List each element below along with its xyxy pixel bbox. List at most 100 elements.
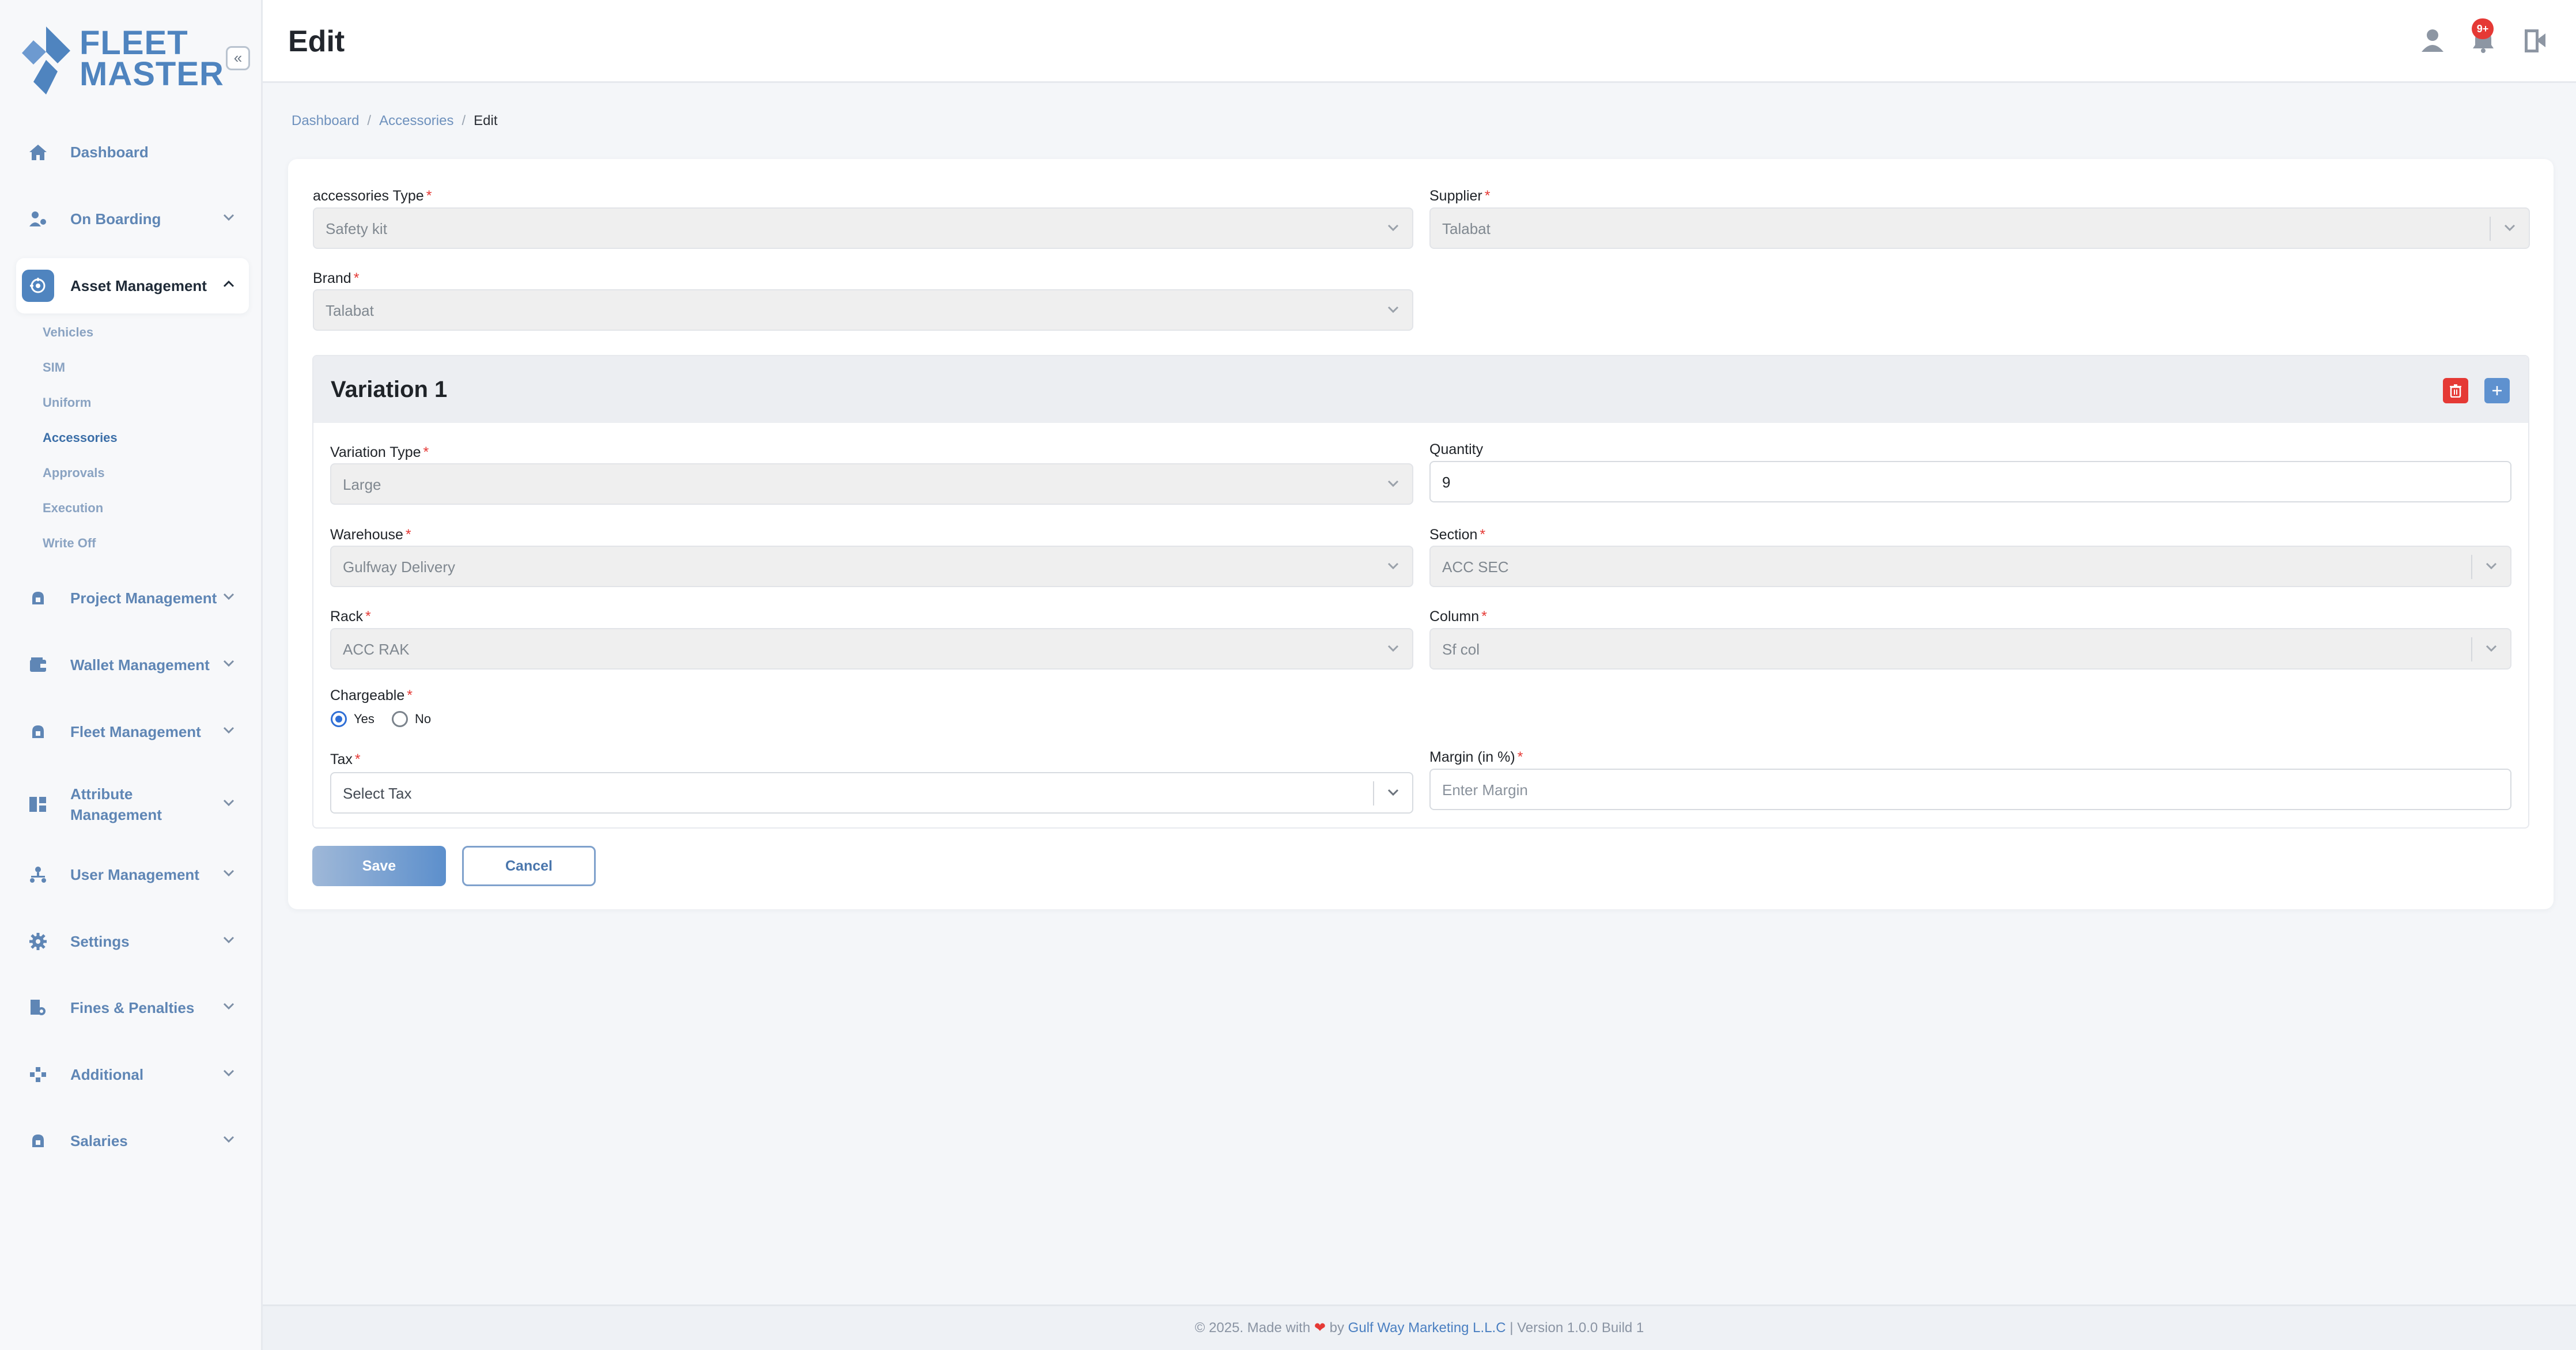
chargeable-yes-radio[interactable]: Yes (331, 711, 375, 727)
fines-icon (22, 992, 54, 1024)
sidebar-item-settings[interactable]: Settings (16, 914, 249, 969)
warehouse-label: Warehouse * (330, 527, 411, 543)
footer-prefix: © 2025. Made with (1194, 1320, 1311, 1336)
users-icon (22, 859, 54, 891)
warehouse-select[interactable]: Gulfway Delivery (330, 546, 1413, 587)
chevron-down-icon (2503, 224, 2516, 235)
chevron-down-icon (222, 799, 235, 810)
collapse-sidebar-button[interactable]: « (226, 46, 250, 70)
sidebar-item-asset-management[interactable]: Asset Management (16, 258, 249, 313)
add-variation-button[interactable] (2484, 378, 2510, 403)
chevron-down-icon (222, 936, 235, 947)
sidebar-item-on-boarding[interactable]: On Boarding (16, 191, 249, 247)
sidebar-item-label: Settings (70, 933, 130, 950)
save-button[interactable]: Save (312, 846, 446, 886)
tax-select[interactable]: Select Tax (330, 772, 1413, 814)
onboarding-icon (22, 203, 54, 235)
chevron-down-icon (222, 213, 235, 224)
breadcrumb-accessories[interactable]: Accessories (379, 113, 453, 129)
accessories-type-value: Safety kit (326, 220, 387, 237)
column-select[interactable]: Sf col (1429, 628, 2511, 670)
logo-line-2: MASTER (80, 55, 224, 93)
quantity-label: Quantity (1429, 441, 1484, 457)
select-divider (2471, 555, 2472, 579)
tax-placeholder: Select Tax (343, 785, 412, 802)
sidebar-subitem-approvals[interactable]: Approvals (43, 466, 105, 481)
sidebar-item-label: Asset Management (70, 277, 207, 294)
app-logo[interactable]: FLEET MASTER (22, 24, 224, 97)
sidebar-item-attribute-management[interactable]: Attribute Management (16, 776, 249, 833)
app-root: FLEET MASTER « Dashboard On Boarding Ass… (0, 0, 2576, 1350)
sidebar-subitem-execution[interactable]: Execution (43, 501, 103, 516)
section-select[interactable]: ACC SEC (1429, 546, 2511, 587)
chevron-down-icon (1387, 788, 1399, 799)
plus-icon (2492, 386, 2502, 395)
sidebar-item-user-management[interactable]: User Management (16, 847, 249, 902)
sidebar-item-dashboard[interactable]: Dashboard (16, 124, 249, 180)
wallet-icon (22, 649, 54, 681)
chevron-down-icon (222, 1069, 235, 1080)
sidebar-item-additional[interactable]: Additional (16, 1047, 249, 1102)
rack-label: Rack * (330, 608, 371, 625)
project-icon (22, 582, 54, 614)
sidebar-subitem-write-off[interactable]: Write Off (43, 536, 96, 551)
sidebar-subitem-sim[interactable]: SIM (43, 360, 65, 375)
sidebar-item-label: Attribute Management (70, 785, 162, 823)
chevron-down-icon (1387, 305, 1399, 316)
gear-icon (22, 925, 54, 958)
breadcrumb-dashboard[interactable]: Dashboard (292, 113, 359, 129)
breadcrumb: Dashboard / Accessories / Edit (292, 113, 498, 129)
chevron-down-icon (222, 1002, 235, 1013)
sidebar-subitem-vehicles[interactable]: Vehicles (43, 325, 93, 340)
sidebar-item-salaries[interactable]: Salaries (16, 1113, 249, 1169)
sidebar-item-label: User Management (70, 866, 199, 883)
brand-select[interactable]: Talabat (313, 289, 1413, 331)
delete-variation-button[interactable] (2443, 378, 2468, 403)
variation-type-label: Variation Type * (330, 444, 429, 460)
chevron-down-icon (222, 659, 235, 670)
supplier-select[interactable]: Talabat (1429, 207, 2530, 249)
sidebar-item-label: Additional (70, 1066, 144, 1083)
fleet-icon (22, 716, 54, 748)
heart-icon: ❤ (1314, 1320, 1326, 1336)
footer-company-link[interactable]: Gulf Way Marketing L.L.C (1348, 1320, 1506, 1336)
quantity-input[interactable]: 9 (1429, 461, 2511, 502)
chevron-down-icon (1387, 644, 1399, 655)
sidebar-subitem-accessories[interactable]: Accessories (43, 430, 118, 445)
rack-select[interactable]: ACC RAK (330, 628, 1413, 670)
margin-label: Margin (in %) * (1429, 749, 1523, 765)
select-divider (1373, 781, 1374, 806)
variation-header: Variation 1 (313, 356, 2528, 423)
sidebar-item-project-management[interactable]: Project Management (16, 570, 249, 626)
sidebar-item-fines-penalties[interactable]: Fines & Penalties (16, 980, 249, 1035)
variation-section: Variation 1 (312, 355, 2529, 829)
accessories-type-select[interactable]: Safety kit (313, 207, 1413, 249)
radio-checked-icon (331, 711, 347, 727)
user-icon[interactable] (2420, 28, 2448, 55)
variation-type-select[interactable]: Large (330, 463, 1413, 505)
additional-icon (22, 1058, 54, 1091)
radio-label: Yes (354, 712, 375, 726)
sidebar: FLEET MASTER « Dashboard On Boarding Ass… (0, 0, 263, 1350)
logout-icon[interactable] (2522, 28, 2550, 55)
tax-label: Tax * (330, 751, 361, 767)
column-label: Column * (1429, 608, 1487, 625)
radio-label: No (415, 712, 432, 726)
attribute-icon (22, 788, 54, 820)
sidebar-item-fleet-management[interactable]: Fleet Management (16, 704, 249, 759)
chevron-down-icon (222, 726, 235, 737)
chevron-down-icon (222, 869, 235, 880)
cancel-button[interactable]: Cancel (462, 846, 596, 886)
sidebar-item-label: Fines & Penalties (70, 999, 195, 1016)
variation-type-value: Large (343, 476, 381, 493)
sidebar-item-label: Dashboard (70, 143, 149, 161)
brand-value: Talabat (326, 302, 374, 319)
margin-placeholder: Enter Margin (1442, 781, 1528, 799)
chevron-up-icon (222, 280, 235, 291)
sidebar-item-wallet-management[interactable]: Wallet Management (16, 637, 249, 693)
variation-title: Variation 1 (331, 377, 448, 402)
sidebar-subitem-uniform[interactable]: Uniform (43, 395, 91, 410)
asset-icon (22, 270, 54, 302)
chargeable-no-radio[interactable]: No (392, 711, 431, 727)
margin-input[interactable]: Enter Margin (1429, 769, 2511, 810)
